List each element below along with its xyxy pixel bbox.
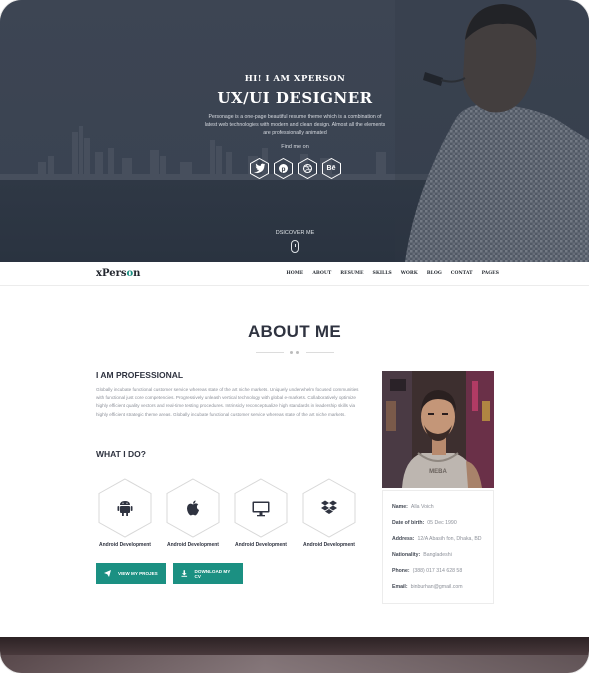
dropbox-icon <box>321 500 337 514</box>
info-nationality-label: Nationality: <box>392 552 421 558</box>
info-name-row: Name: Alla Voich <box>392 504 434 510</box>
hero-greeting: HI! I AM XPERSON <box>244 74 346 84</box>
nav-item-home[interactable]: HOME <box>286 271 303 276</box>
info-nationality-value: Bangladeshi <box>423 552 452 558</box>
section-divider <box>256 351 334 354</box>
service-label: Android Development <box>235 542 287 548</box>
personal-info-card: Name: Alla Voich Date of birth: 05 Dec 199… <box>382 490 494 604</box>
info-email-label: Email: <box>392 584 408 590</box>
nav-item-blog[interactable]: BLOG <box>427 271 442 276</box>
download-cv-button[interactable]: DOWNLOAD MY CV <box>173 563 243 584</box>
info-dob-value: 05 Dec 1990 <box>427 520 457 526</box>
find-me-label: Find me on <box>281 144 309 150</box>
nav-item-skills[interactable]: SKILLS <box>373 271 392 276</box>
next-section-background <box>0 637 589 673</box>
info-phone-label: Phone: <box>392 568 410 574</box>
what-i-do-heading: WHAT I DO? <box>96 449 146 459</box>
paper-plane-icon <box>104 570 111 577</box>
site-logo[interactable]: xPerson <box>96 268 140 279</box>
svg-text:MEBA: MEBA <box>429 469 447 475</box>
info-address-row: Address: 12/A Abasih fon, Dhaka, BD <box>392 536 482 542</box>
info-phone-value: (388) 017 314 628 58 <box>412 568 463 574</box>
discover-label: DSICOVER ME <box>275 230 315 236</box>
info-address-label: Address: <box>392 536 415 542</box>
discover-me-link[interactable]: DSICOVER ME <box>264 230 326 253</box>
info-dob-row: Date of birth: 05 Dec 1990 <box>392 520 457 526</box>
android-icon <box>117 501 133 516</box>
mouse-scroll-icon <box>291 240 299 253</box>
info-email-row: Email: binburhan@gmail.com <box>392 584 463 590</box>
twitter-icon[interactable] <box>249 158 269 179</box>
download-icon <box>181 570 188 577</box>
page-frame: HI! I AM XPERSON UX/UI DESIGNER Personag… <box>0 0 589 673</box>
svg-text:p: p <box>281 166 285 173</box>
divider-dot <box>290 351 293 354</box>
service-label: Android Development <box>167 542 219 548</box>
info-dob-label: Date of birth: <box>392 520 425 526</box>
bottom-haze <box>0 655 589 673</box>
view-projects-button[interactable]: VIEW MY PROJES <box>96 563 166 584</box>
services-list: Android Development Android Development … <box>96 478 366 558</box>
professional-text: Globally incubate functional customer se… <box>96 387 359 417</box>
nav-item-about[interactable]: ABOUT <box>312 271 331 276</box>
nav-item-pages[interactable]: PAGES <box>482 271 499 276</box>
social-links: p Bē <box>160 158 430 179</box>
nav-item-contact[interactable]: CONTAT <box>451 271 473 276</box>
info-phone-row: Phone: (388) 017 314 628 58 <box>392 568 462 574</box>
behance-icon[interactable]: Bē <box>321 158 341 179</box>
apple-icon <box>187 500 199 516</box>
dribbble-icon[interactable] <box>297 158 317 179</box>
main-nav: xPerson HOME ABOUT RESUME SKILLS WORK BL… <box>0 262 589 286</box>
download-cv-label: DOWNLOAD MY CV <box>194 568 231 579</box>
monitor-icon <box>252 501 270 517</box>
logo-text-main: xPers <box>96 268 127 279</box>
service-item[interactable]: Android Development <box>164 478 222 548</box>
service-label: Android Development <box>99 542 151 548</box>
info-name-value: Alla Voich <box>410 504 434 510</box>
info-name-label: Name: <box>392 504 408 510</box>
info-nationality-row: Nationality: Bangladeshi <box>392 552 452 558</box>
divider-line <box>306 352 334 353</box>
divider-line <box>256 352 284 353</box>
nav-item-resume[interactable]: RESUME <box>340 271 363 276</box>
service-item[interactable]: Android Development <box>232 478 290 548</box>
info-address-value: 12/A Abasih fon, Dhaka, BD <box>417 536 482 542</box>
nav-menu: HOME ABOUT RESUME SKILLS WORK BLOG CONTA… <box>286 271 499 276</box>
pinterest-icon[interactable]: p <box>273 158 293 179</box>
hero-description: Personage is a one-page beautiful resume… <box>204 114 386 136</box>
about-title: ABOUT ME <box>247 322 342 341</box>
hero-section: HI! I AM XPERSON UX/UI DESIGNER Personag… <box>0 0 589 262</box>
hero-title: UX/UI DESIGNER <box>217 89 373 107</box>
service-item[interactable]: Android Development <box>96 478 154 548</box>
divider-dot <box>296 351 299 354</box>
logo-text-end: n <box>133 268 141 279</box>
professional-heading: I AM PROFESSIONAL <box>96 370 184 380</box>
service-label: Android Development <box>303 542 355 548</box>
hero-text: HI! I AM XPERSON UX/UI DESIGNER Personag… <box>160 74 430 179</box>
info-email-value[interactable]: binburhan@gmail.com <box>411 584 463 590</box>
view-projects-label: VIEW MY PROJES <box>118 571 158 576</box>
profile-photo: MEBA <box>382 371 494 488</box>
service-item[interactable]: Android Development <box>300 478 358 548</box>
nav-item-work[interactable]: WORK <box>401 271 418 276</box>
